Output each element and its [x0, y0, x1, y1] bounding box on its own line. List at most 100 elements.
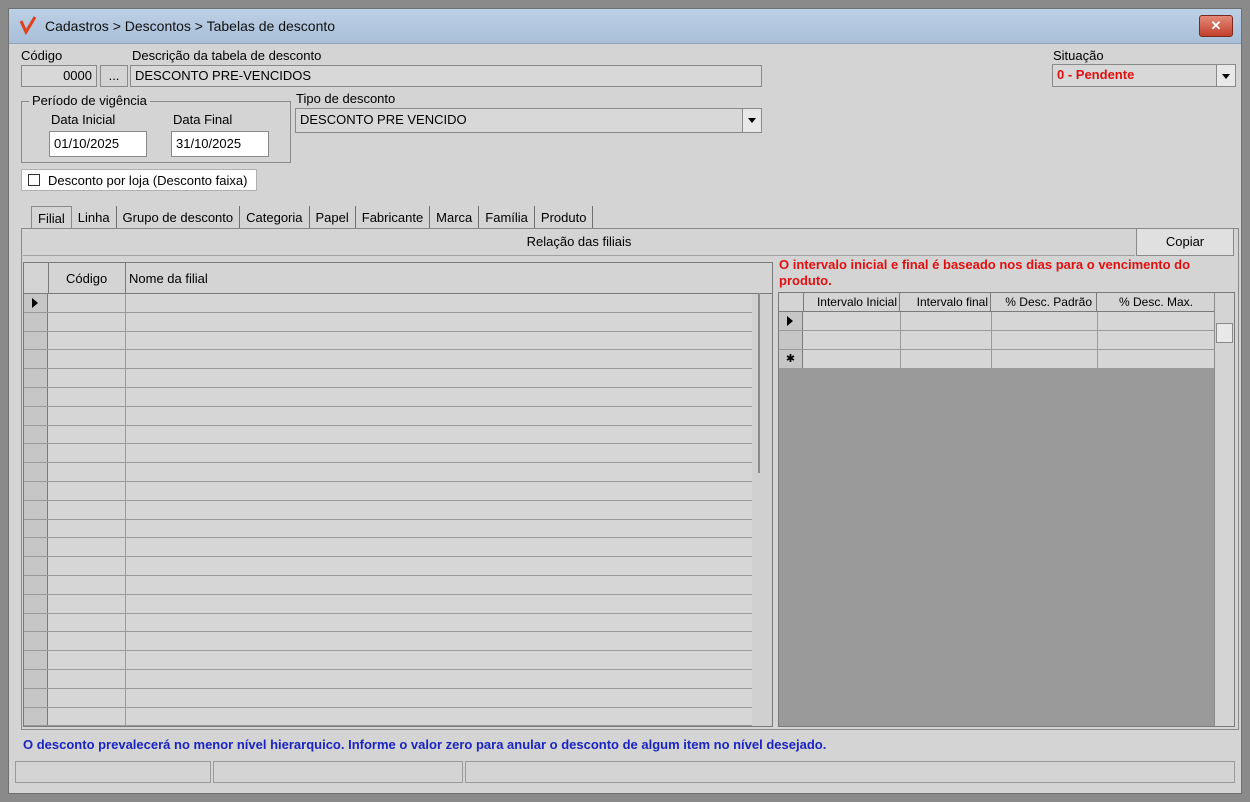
- table-row[interactable]: [24, 651, 752, 670]
- intervals-grid[interactable]: Intervalo Inicial Intervalo final % Desc…: [778, 292, 1235, 727]
- table-row[interactable]: [779, 331, 1214, 350]
- tab-papel[interactable]: Papel: [310, 206, 356, 230]
- row-header[interactable]: [24, 670, 48, 688]
- table-row[interactable]: [24, 594, 752, 614]
- desconto-loja-checkbox-row[interactable]: Desconto por loja (Desconto faixa): [21, 169, 257, 191]
- descricao-field[interactable]: DESCONTO PRE-VENCIDOS: [130, 65, 762, 87]
- row-header[interactable]: [24, 557, 48, 575]
- table-row[interactable]: [24, 369, 752, 388]
- table-row[interactable]: [24, 425, 752, 445]
- row-header[interactable]: [24, 350, 48, 369]
- column-header-intervalo-inicial[interactable]: Intervalo Inicial: [804, 293, 900, 311]
- desconto-loja-checkbox[interactable]: [28, 174, 40, 186]
- data-final-field[interactable]: 31/10/2025: [171, 131, 269, 157]
- current-row-arrow-icon: [32, 298, 38, 308]
- interval-note: O intervalo inicial e final é baseado no…: [779, 257, 1191, 288]
- row-header[interactable]: [24, 651, 48, 669]
- situacao-select[interactable]: 0 - Pendente: [1052, 64, 1236, 87]
- filiais-grid[interactable]: Código Nome da filial: [23, 262, 773, 727]
- table-row[interactable]: [24, 350, 752, 370]
- row-header[interactable]: [779, 312, 803, 330]
- table-row[interactable]: [24, 632, 752, 652]
- table-row[interactable]: [24, 482, 752, 501]
- intervals-scrollbar[interactable]: [1214, 293, 1234, 726]
- row-header[interactable]: [24, 369, 48, 387]
- situacao-value: 0 - Pendente: [1057, 67, 1135, 82]
- table-row[interactable]: [24, 463, 752, 482]
- row-header[interactable]: [24, 406, 48, 425]
- column-divider: [1097, 331, 1098, 349]
- column-divider: [125, 688, 126, 707]
- main-window: Cadastros > Descontos > Tabelas de desco…: [8, 8, 1242, 794]
- row-header[interactable]: [24, 388, 48, 406]
- tab-fabricante[interactable]: Fabricante: [356, 206, 431, 230]
- row-header[interactable]: [24, 482, 48, 500]
- row-header[interactable]: [24, 519, 48, 538]
- table-row[interactable]: [24, 557, 752, 576]
- table-row[interactable]: [24, 294, 752, 313]
- row-header[interactable]: [24, 707, 48, 726]
- table-row[interactable]: [24, 688, 752, 708]
- table-row[interactable]: [24, 707, 752, 726]
- column-header-codigo[interactable]: Código: [66, 271, 107, 286]
- table-row[interactable]: [24, 576, 752, 595]
- chevron-down-icon[interactable]: [742, 109, 761, 132]
- column-divider: [125, 369, 126, 387]
- column-header-nome[interactable]: Nome da filial: [129, 271, 208, 286]
- table-row[interactable]: [779, 312, 1214, 331]
- codigo-lookup-button[interactable]: ...: [100, 65, 128, 87]
- row-header[interactable]: [24, 425, 48, 444]
- codigo-field[interactable]: 0000: [21, 65, 97, 87]
- table-row[interactable]: [24, 519, 752, 539]
- scrollbar-thumb[interactable]: [758, 293, 760, 473]
- table-row[interactable]: [24, 444, 752, 464]
- table-row[interactable]: [24, 500, 752, 520]
- row-header[interactable]: [24, 500, 48, 519]
- situacao-label: Situação: [1053, 48, 1104, 63]
- table-row[interactable]: [24, 406, 752, 426]
- table-row[interactable]: [24, 331, 752, 351]
- row-header[interactable]: [24, 294, 48, 312]
- row-header[interactable]: [24, 331, 48, 350]
- table-row[interactable]: [24, 670, 752, 689]
- column-divider: [125, 707, 126, 726]
- column-divider: [1097, 350, 1098, 368]
- scrollbar-thumb[interactable]: [1216, 323, 1233, 343]
- column-divider: [900, 331, 901, 349]
- row-header[interactable]: [24, 688, 48, 707]
- row-header[interactable]: [24, 576, 48, 594]
- row-header[interactable]: [24, 444, 48, 463]
- tab-familia[interactable]: Família: [479, 206, 535, 230]
- new-row-marker[interactable]: ✱: [779, 350, 803, 368]
- column-header-desc-padrao[interactable]: % Desc. Padrão: [992, 293, 1097, 311]
- tab-produto[interactable]: Produto: [535, 206, 594, 230]
- row-header[interactable]: [24, 538, 48, 557]
- tab-linha[interactable]: Linha: [72, 206, 117, 230]
- descricao-label: Descrição da tabela de desconto: [132, 48, 322, 63]
- row-header[interactable]: [779, 331, 803, 349]
- row-header[interactable]: [24, 312, 48, 331]
- tab-categoria[interactable]: Categoria: [240, 206, 310, 230]
- table-row[interactable]: [24, 538, 752, 558]
- copiar-button[interactable]: Copiar: [1136, 228, 1234, 256]
- column-divider: [125, 463, 126, 481]
- table-row[interactable]: [24, 613, 752, 633]
- table-row[interactable]: [24, 312, 752, 332]
- tipo-select[interactable]: DESCONTO PRE VENCIDO: [295, 108, 762, 133]
- table-row[interactable]: [24, 388, 752, 407]
- column-header-desc-max[interactable]: % Desc. Max.: [1098, 293, 1214, 311]
- row-header[interactable]: [24, 613, 48, 632]
- column-header-intervalo-final[interactable]: Intervalo final: [901, 293, 991, 311]
- data-inicial-field[interactable]: 01/10/2025: [49, 131, 147, 157]
- periodo-label: Período de vigência: [29, 93, 150, 108]
- row-header[interactable]: [24, 632, 48, 651]
- title-bar: Cadastros > Descontos > Tabelas de desco…: [9, 9, 1241, 44]
- close-button[interactable]: ✕: [1199, 15, 1233, 37]
- chevron-down-icon[interactable]: [1216, 65, 1235, 86]
- row-header[interactable]: [24, 594, 48, 613]
- row-header[interactable]: [24, 463, 48, 481]
- intervals-grid-header: Intervalo Inicial Intervalo final % Desc…: [779, 293, 1214, 312]
- tab-grupo-desconto[interactable]: Grupo de desconto: [117, 206, 241, 230]
- tab-marca[interactable]: Marca: [430, 206, 480, 230]
- table-row[interactable]: ✱: [779, 350, 1214, 369]
